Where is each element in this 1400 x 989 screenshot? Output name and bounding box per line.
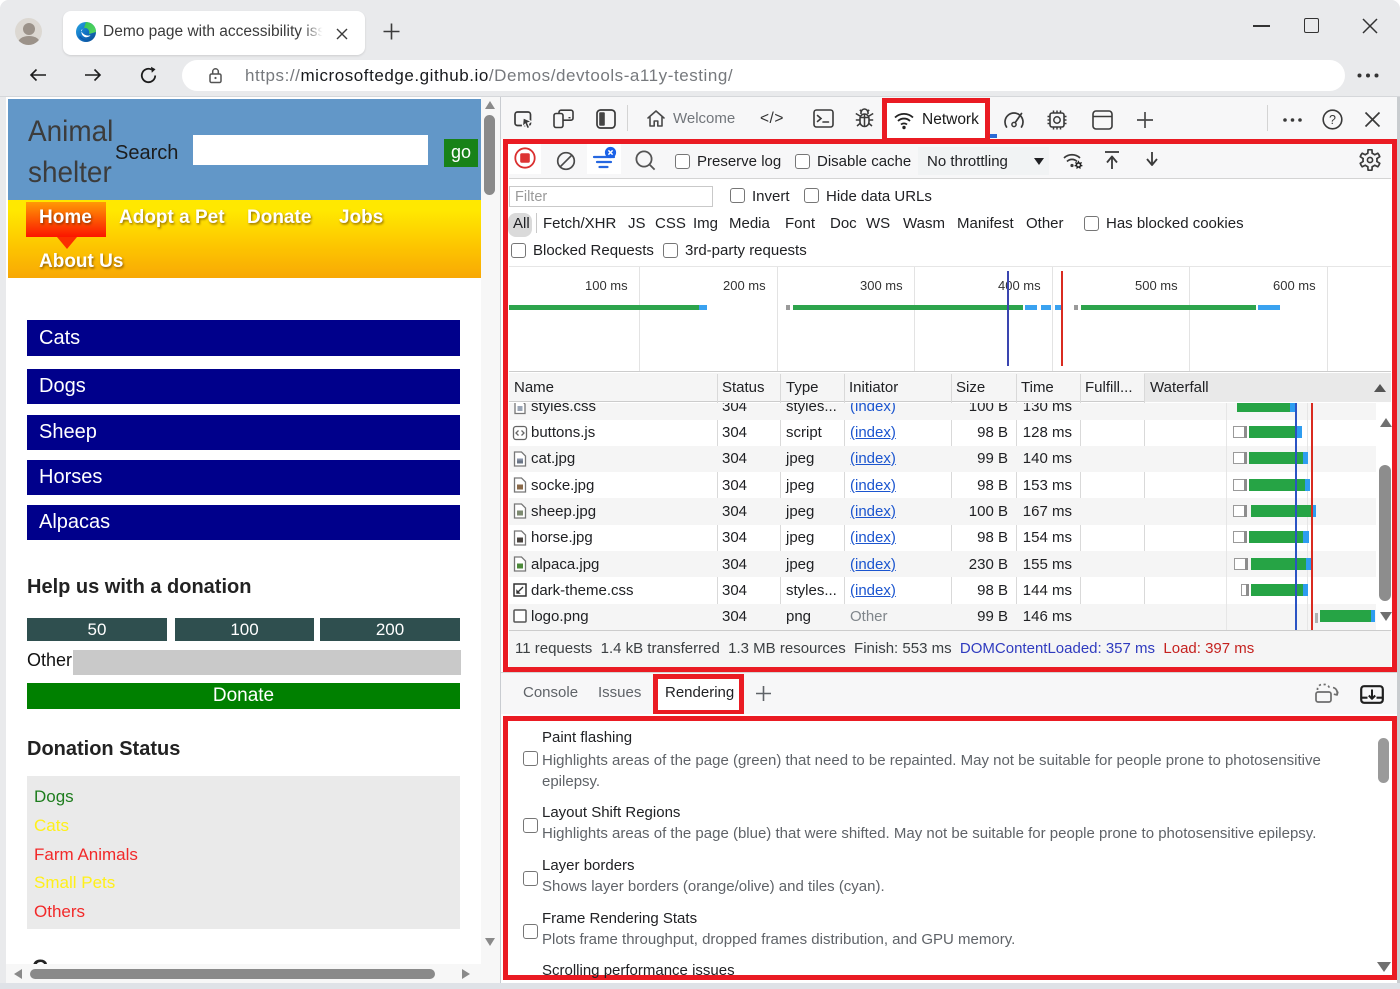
svg-text:?: ?: [1329, 113, 1336, 127]
